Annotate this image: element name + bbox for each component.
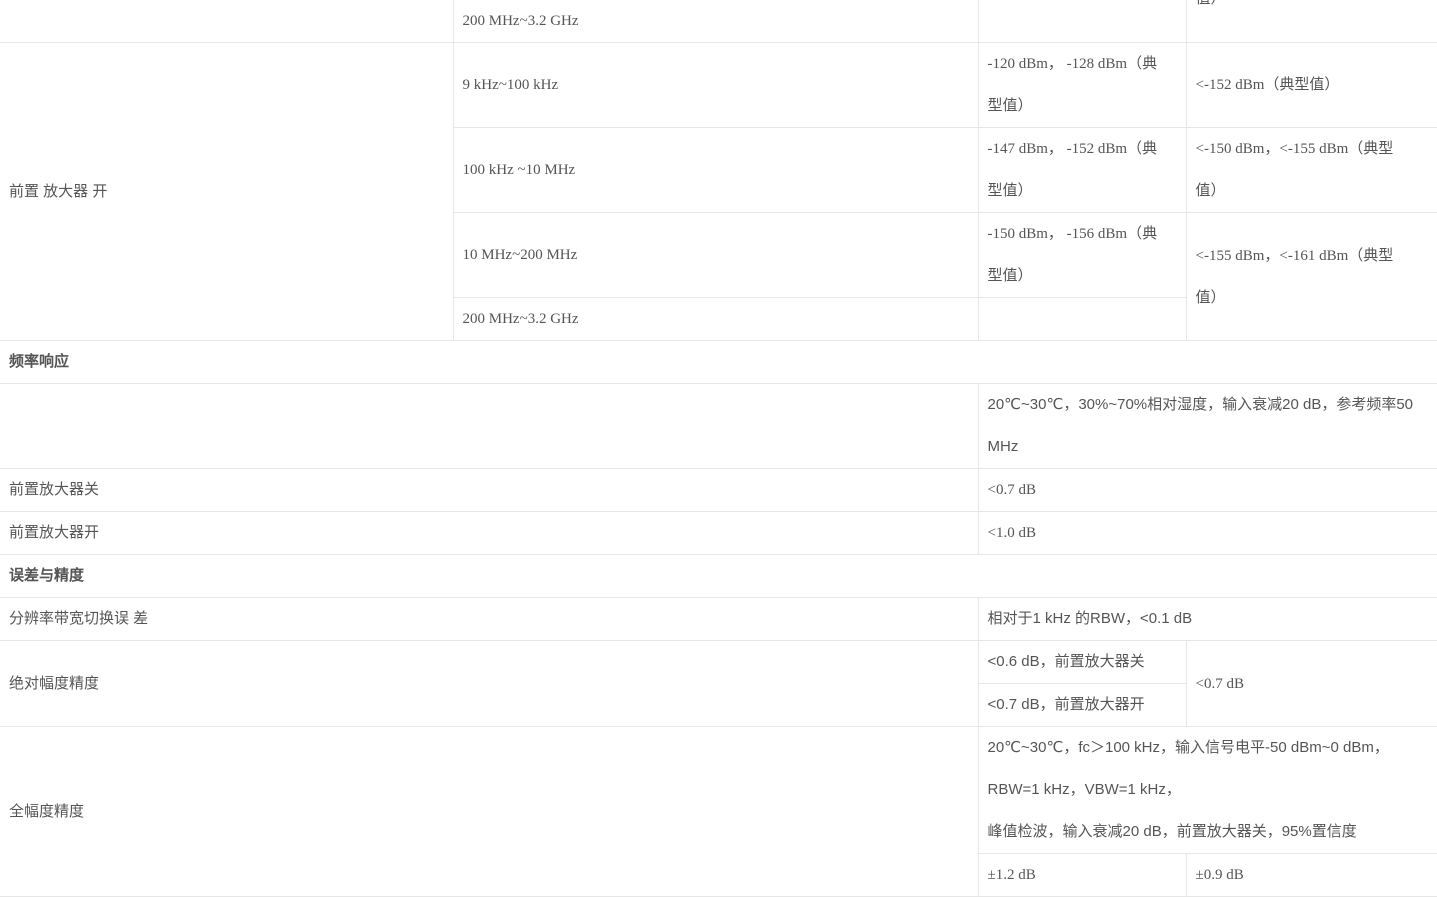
table-row: 前置放大器开 <1.0 dB bbox=[0, 511, 1437, 555]
typical-value-cell: <0.7 dB bbox=[1185, 640, 1437, 727]
freq-range-cell: 9 kHz~100 kHz bbox=[452, 42, 979, 128]
table-row: 20℃~30℃，30%~70%相对湿度，输入衰减20 dB，参考频率50 MHz bbox=[0, 383, 1437, 469]
typical-value-cell: <-155 dBm，<-161 dBm（典型 值） bbox=[1185, 212, 1437, 341]
spec-value-cell: -120 dBm， -128 dBm（典 型值） bbox=[977, 42, 1187, 128]
table-row: 前置 放大器 开 9 kHz~100 kHz -120 dBm， -128 dB… bbox=[0, 42, 1437, 341]
section-title: 误差与精度 bbox=[0, 554, 1437, 598]
section-header-row: 误差与精度 bbox=[0, 554, 1437, 598]
table-row: 200 MHz~3.2 GHz 值） bbox=[0, 0, 1437, 43]
freq-range-cell: 200 MHz~3.2 GHz bbox=[452, 297, 979, 341]
empty-cell bbox=[977, 297, 1187, 341]
spec-value-cell: -147 dBm， -152 dBm（典 型值） bbox=[977, 127, 1187, 213]
typical-value-cell: 值） bbox=[1185, 0, 1437, 43]
condition-cell: 20℃~30℃，30%~70%相对湿度，输入衰减20 dB，参考频率50 MHz bbox=[977, 383, 1437, 469]
condition-cell: 20℃~30℃，fc＞100 kHz，输入信号电平-50 dBm~0 dBm， … bbox=[977, 726, 1437, 854]
freq-range-cell: 200 MHz~3.2 GHz bbox=[452, 0, 979, 43]
row-value: <0.7 dB bbox=[977, 468, 1437, 512]
row-value: <0.6 dB，前置放大器关 bbox=[977, 640, 1187, 684]
spec-table: 200 MHz~3.2 GHz 值） 前置 放大器 开 9 kHz~100 kH… bbox=[0, 0, 1437, 897]
row-value: <1.0 dB bbox=[977, 511, 1437, 555]
freq-range-cell: 100 kHz ~10 MHz bbox=[452, 127, 979, 213]
row-label: 绝对幅度精度 bbox=[0, 640, 979, 727]
typical-value-cell: ±0.9 dB bbox=[1185, 853, 1437, 897]
row-label: 分辨率带宽切换误 差 bbox=[0, 597, 979, 641]
row-value: ±1.2 dB bbox=[977, 853, 1187, 897]
preamp-on-label: 前置 放大器 开 bbox=[0, 42, 454, 341]
empty-cell bbox=[0, 383, 979, 469]
table-row: 全幅度精度 20℃~30℃，fc＞100 kHz，输入信号电平-50 dBm~0… bbox=[0, 726, 1437, 897]
table-row: 分辨率带宽切换误 差 相对于1 kHz 的RBW，<0.1 dB bbox=[0, 597, 1437, 641]
empty-cell bbox=[0, 0, 454, 43]
row-value: <0.7 dB，前置放大器开 bbox=[977, 683, 1187, 727]
table-row: 绝对幅度精度 <0.6 dB，前置放大器关 <0.7 dB bbox=[0, 640, 1437, 727]
row-label: 前置放大器开 bbox=[0, 511, 979, 555]
typical-value-cell: <-150 dBm，<-155 dBm（典型 值） bbox=[1185, 127, 1437, 213]
row-value: 相对于1 kHz 的RBW，<0.1 dB bbox=[977, 597, 1437, 641]
spec-value-cell: -150 dBm， -156 dBm（典 型值） bbox=[977, 212, 1187, 298]
freq-range-cell: 10 MHz~200 MHz bbox=[452, 212, 979, 298]
table-row: 前置放大器关 <0.7 dB bbox=[0, 468, 1437, 512]
section-title: 频率响应 bbox=[0, 340, 1437, 384]
row-label: 全幅度精度 bbox=[0, 726, 979, 897]
partial-text: 值） bbox=[1196, 0, 1226, 7]
typical-value-cell: <-152 dBm（典型值） bbox=[1185, 42, 1437, 128]
empty-cell bbox=[977, 0, 1187, 43]
section-header-row: 频率响应 bbox=[0, 340, 1437, 384]
row-label: 前置放大器关 bbox=[0, 468, 979, 512]
